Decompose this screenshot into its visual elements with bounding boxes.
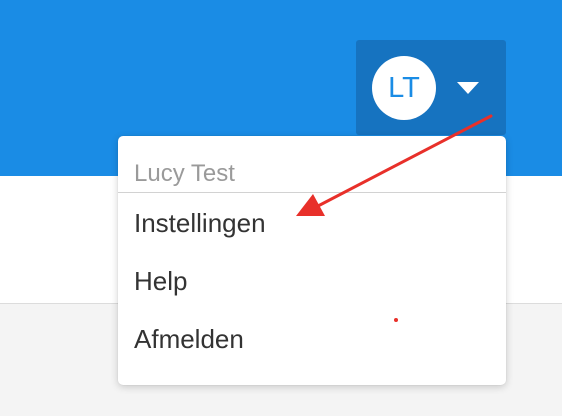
menu-item-label: Help [134,266,188,296]
menu-item-label: Instellingen [134,208,266,238]
menu-item-label: Afmelden [134,324,244,354]
avatar: LT [372,56,436,120]
menu-item-settings[interactable]: Instellingen [118,193,506,251]
chevron-down-icon [457,82,479,94]
menu-item-logout[interactable]: Afmelden [118,309,506,367]
user-dropdown-menu: Lucy Test Instellingen Help Afmelden [118,136,506,385]
user-menu-button[interactable]: LT [356,40,506,135]
dropdown-user-header: Lucy Test [118,136,506,193]
user-name-label: Lucy Test [134,160,235,187]
menu-item-help[interactable]: Help [118,251,506,309]
